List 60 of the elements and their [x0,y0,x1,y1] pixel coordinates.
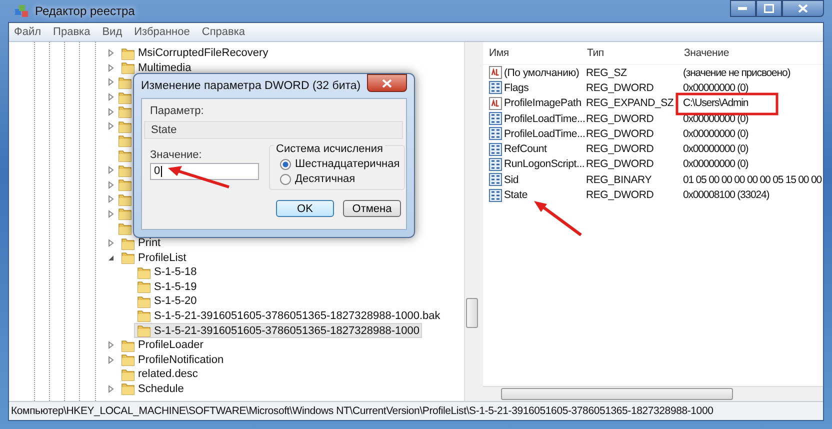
status-bar: Компьютер\HKEY_LOCAL_MACHINE\SOFTWARE\Microsoft\Windows NT\CurrentVersion\ProfileList\S-1-5-21-3916051605-3786051365-1827328988-1000 [9,401,823,420]
tree-item[interactable]: S-1-5-18 [134,264,200,280]
radio-label[interactable]: Шестнадцатеричная [295,158,400,170]
value-data: 0x00000000 (0) [683,128,748,140]
value-data: 01 05 00 00 00 00 00 05 15 00 00 [683,174,822,186]
window-title: Редактор реестра [35,4,135,18]
value-type: REG_DWORD [586,112,655,125]
value-name: Sid [504,174,519,186]
tree-item[interactable]: Schedule [118,381,187,396]
value-name: ProfileImagePath [504,97,582,110]
tree-item[interactable]: S-1-5-21-3916051605-3786051365-1827328988-1000.bak [134,308,444,324]
value-name: RefCount [504,143,547,156]
tree-item[interactable]: Print [118,236,164,251]
menu-item[interactable]: Справка [202,26,246,38]
tree-item[interactable]: S-1-5-19 [134,279,200,294]
value-name: ProfileLoadTime... [504,112,586,125]
menu-item[interactable]: Избранное [134,26,190,38]
value-type: REG_EXPAND_SZ [586,97,675,110]
cancel-button[interactable]: Отмена [343,200,401,217]
field-label: Значение: [150,149,203,161]
value-data: (значение не присвоено) [683,66,790,79]
tree-item[interactable]: ProfileLoader [118,338,206,353]
ok-button[interactable]: OK [276,200,334,217]
column-header[interactable]: Тип [586,47,684,59]
group-label: Система исчисления [274,143,385,155]
parameter-field: State [144,121,403,139]
menu-item[interactable]: Файл [14,26,42,38]
tree-item[interactable]: S-1-5-20 [134,294,200,309]
value-type: REG_BINARY [586,174,652,186]
tree-item[interactable]: ProfileList [118,250,190,266]
value-type: REG_DWORD [586,82,655,94]
tree-item[interactable]: Multimedia [118,60,194,76]
value-name: RunLogonScript... [504,158,585,170]
column-header[interactable]: Значение [684,47,729,59]
dialog-title: Изменение параметра DWORD (32 бита) [141,80,361,92]
value-type: REG_DWORD [586,189,655,202]
value-type: REG_SZ [586,66,628,79]
tree-item[interactable]: MsiCorruptedFileRecovery [118,46,272,61]
value-data: 0x00000000 (0) [683,143,748,156]
menu-item[interactable]: Правка [53,26,90,38]
value-type: REG_DWORD [586,143,655,156]
value-type: REG_DWORD [586,158,655,170]
value-data: 0x00000000 (0) [683,158,748,170]
value-type: REG_DWORD [586,128,655,140]
column-header[interactable]: Имя [489,47,586,59]
radio-label[interactable]: Десятичная [295,173,356,185]
menu-item[interactable]: Вид [102,26,122,38]
tree-item[interactable]: related.desc [118,366,201,382]
value-name: Flags [504,82,529,94]
value-name: State [504,189,528,202]
tree-item[interactable]: S-1-5-21-3916051605-3786051365-1827328988-1000 [134,323,422,338]
value-name: ProfileLoadTime... [504,128,586,140]
value-data: 0x00008100 (33024) [683,189,770,202]
value-name: (По умолчанию) [504,66,580,79]
value-input-field[interactable]: 0 [150,163,259,180]
value-data: C:\Users\Admin [683,97,748,110]
field-label: Параметр: [150,105,205,117]
tree-item[interactable]: ProfileNotification [118,352,227,368]
value-data: 0x00000000 (0) [683,112,748,125]
value-data: 0x00000000 (0) [683,82,748,94]
